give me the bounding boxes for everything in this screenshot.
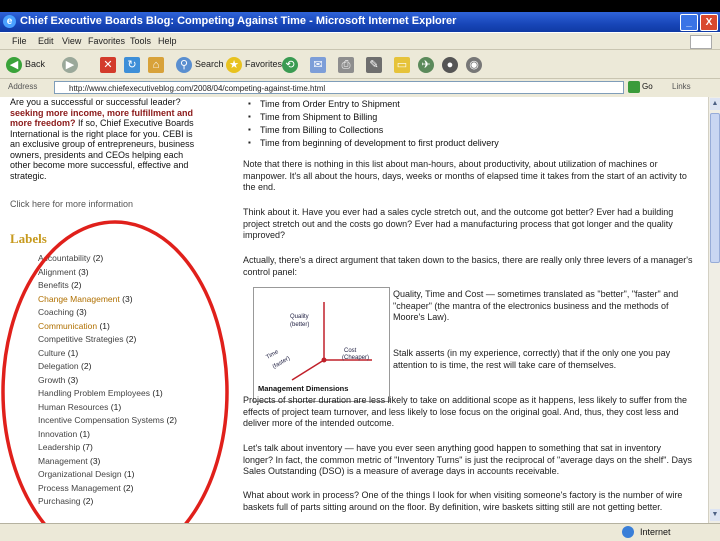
back-label: Back xyxy=(25,59,46,69)
back-button[interactable]: ◀ Back xyxy=(6,55,45,73)
refresh-icon: ↻ xyxy=(124,56,140,73)
quality-label: Quality xyxy=(290,314,309,320)
toolbar: ◀ Back ▶ ✕ ↻ ⌂ ⚲ Search ★ Favorites ⟲ ✉ ⎙ ✎… xyxy=(0,50,720,79)
star-icon: ★ xyxy=(226,56,242,73)
forward-button[interactable]: ▶ xyxy=(62,55,81,73)
paragraph: Actually, there's a direct argument that… xyxy=(243,255,693,277)
paragraph: Stalk asserts (in my experience, correct… xyxy=(393,348,671,370)
history-button[interactable]: ⟲ xyxy=(282,55,301,73)
sidebar-intro: Are you a successful or successful leade… xyxy=(10,97,205,181)
address-label: Address xyxy=(8,82,38,91)
menu-bar: File Edit View Favorites Tools Help xyxy=(0,33,720,50)
edit-button[interactable]: ✎ xyxy=(366,55,385,73)
edit-icon: ✎ xyxy=(366,56,382,73)
title-bar: e Chief Executive Boards Blog: Competing… xyxy=(0,12,720,32)
messenger-icon: ✈ xyxy=(418,56,434,73)
refresh-button[interactable]: ↻ xyxy=(124,55,143,73)
research-button[interactable]: ◉ xyxy=(466,55,485,73)
mail-button[interactable]: ✉ xyxy=(310,55,329,73)
internet-globe-icon xyxy=(622,526,634,538)
search-button[interactable]: ⚲ Search xyxy=(176,55,224,73)
windows-flag-icon xyxy=(690,35,712,49)
history-icon: ⟲ xyxy=(282,56,298,73)
paragraph: Quality, Time and Cost — sometimes trans… xyxy=(393,289,679,322)
folder-icon: ▭ xyxy=(394,56,410,73)
bullet-item: Time from Billing to Collections xyxy=(248,125,383,135)
favorites-button[interactable]: ★ Favorites xyxy=(226,55,282,73)
stop-button[interactable]: ✕ xyxy=(100,55,119,73)
menu-favorites[interactable]: Favorites xyxy=(88,36,125,46)
close-button[interactable]: X xyxy=(700,14,718,31)
click-here-link[interactable]: Click here for more information xyxy=(10,199,205,210)
scroll-down-icon[interactable]: ▼ xyxy=(710,509,720,521)
address-input[interactable]: http://www.chiefexecutiveblog.com/2008/0… xyxy=(54,81,624,94)
window-title: Chief Executive Boards Blog: Competing A… xyxy=(20,15,457,27)
print-button[interactable]: ⎙ xyxy=(338,55,357,73)
search-icon: ⚲ xyxy=(176,56,192,73)
address-bar: Address http://www.chiefexecutiveblog.co… xyxy=(0,79,720,98)
print-icon: ⎙ xyxy=(338,56,354,73)
research-icon: ◉ xyxy=(466,56,482,73)
diagram-caption: Management Dimensions xyxy=(258,384,349,393)
paragraph: Let's talk about inventory — have you ev… xyxy=(243,443,692,476)
go-arrow-icon[interactable] xyxy=(628,81,640,93)
forward-arrow-icon: ▶ xyxy=(62,56,78,73)
intro-prefix: Are you a successful or successful leade… xyxy=(10,97,181,107)
annotation-oval xyxy=(1,220,229,523)
favorites-label: Favorites xyxy=(245,59,283,69)
go-button[interactable]: Go xyxy=(642,82,653,91)
better-label: (better) xyxy=(290,322,310,328)
page-content: Are you a successful or successful leade… xyxy=(0,97,708,523)
discuss-icon: ● xyxy=(442,56,458,73)
vertical-scrollbar[interactable]: ▲ ▼ xyxy=(708,97,720,523)
messenger-button[interactable]: ✈ xyxy=(418,55,437,73)
status-bar: Internet xyxy=(0,523,720,541)
ie-logo-icon: e xyxy=(3,15,16,28)
bullet-item: Time from Shipment to Billing xyxy=(248,112,377,122)
bullet-item: Time from beginning of development to fi… xyxy=(248,138,499,148)
paragraph: Think about it. Have you ever had a sale… xyxy=(243,207,674,240)
minimize-button[interactable]: _ xyxy=(680,14,698,31)
zone-label: Internet xyxy=(640,527,671,537)
folder-button[interactable]: ▭ xyxy=(394,55,413,73)
stop-icon: ✕ xyxy=(100,56,116,73)
menu-edit[interactable]: Edit xyxy=(38,36,54,46)
links-button[interactable]: Links xyxy=(672,82,691,91)
home-button[interactable]: ⌂ xyxy=(148,55,167,73)
menu-file[interactable]: File xyxy=(12,36,27,46)
paragraph: Note that there is nothing in this list … xyxy=(243,159,687,192)
cheaper-label: (Cheaper) xyxy=(342,355,370,361)
paragraph: What about work in process? One of the t… xyxy=(243,490,683,512)
cost-label: Cost xyxy=(344,348,357,354)
menu-help[interactable]: Help xyxy=(158,36,177,46)
menu-tools[interactable]: Tools xyxy=(130,36,151,46)
back-arrow-icon: ◀ xyxy=(6,56,22,73)
management-dimensions-diagram: Quality (better) Time (faster) Cost (Che… xyxy=(253,287,390,402)
search-label: Search xyxy=(195,59,224,69)
scroll-thumb[interactable] xyxy=(710,113,720,263)
mail-icon: ✉ xyxy=(310,56,326,73)
bullet-item: Time from Order Entry to Shipment xyxy=(248,99,400,109)
scroll-up-icon[interactable]: ▲ xyxy=(710,98,720,110)
address-url: http://www.chiefexecutiveblog.com/2008/0… xyxy=(69,84,326,93)
discuss-button[interactable]: ● xyxy=(442,55,461,73)
paragraph: Projects of shorter duration are less li… xyxy=(243,395,688,428)
menu-view[interactable]: View xyxy=(62,36,81,46)
home-icon: ⌂ xyxy=(148,56,164,73)
top-black-bar xyxy=(0,0,720,12)
